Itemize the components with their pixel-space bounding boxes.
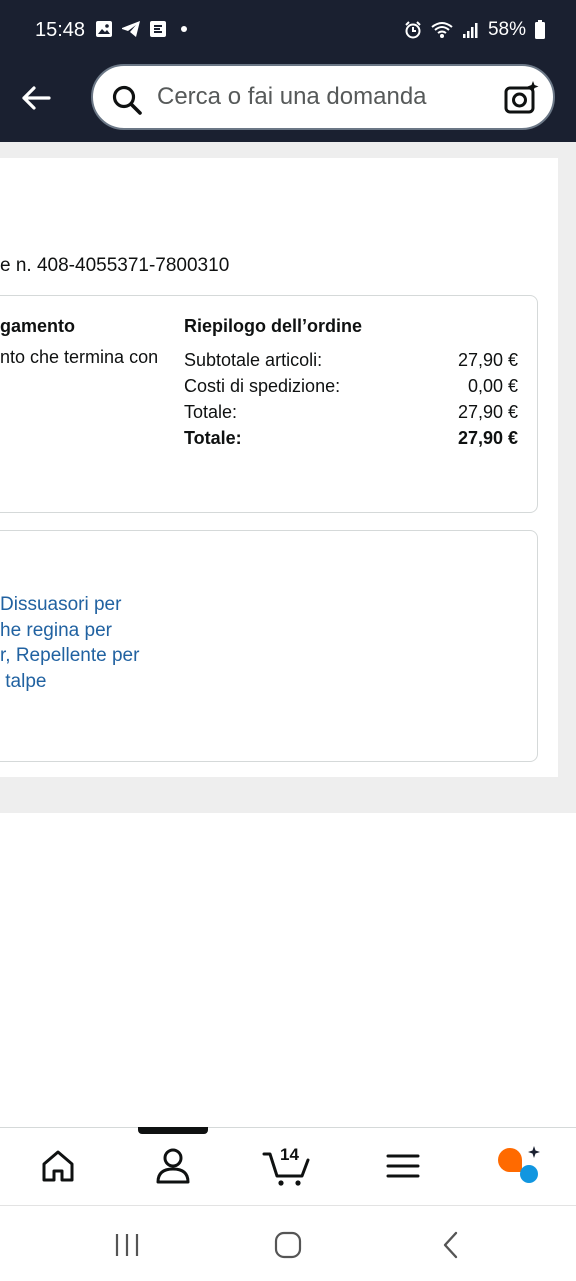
search-bar[interactable] (91, 64, 555, 130)
summary-row-subtotal: Subtotale articoli: 27,90 € (184, 350, 518, 371)
menu-icon[interactable] (383, 1144, 423, 1188)
signal-icon (462, 23, 478, 38)
system-nav-bar (0, 1205, 576, 1281)
back-arrow-icon[interactable] (18, 80, 54, 116)
product-title-link[interactable]: Dissuasori per he regina per r, Repellen… (0, 592, 139, 694)
summary-label: Totale: (184, 402, 238, 422)
gallery-notification-icon (96, 21, 112, 37)
status-time: 15:48 (35, 19, 86, 41)
summary-value: 27,90 € (457, 402, 518, 422)
order-summary-title: Riepilogo dell’ordine (184, 316, 363, 336)
battery-percent: 58% (487, 19, 526, 40)
recent-apps-icon[interactable] (112, 1230, 142, 1260)
home-icon[interactable] (38, 1144, 78, 1188)
status-bar: 15:48 58% (0, 0, 576, 62)
alarm-icon (405, 21, 421, 39)
summary-row-total: Totale: 27,90 € (184, 402, 518, 423)
payment-method-title: gamento (0, 316, 76, 336)
bottom-nav-bar: 14 (0, 1127, 576, 1206)
search-input[interactable] (157, 66, 487, 128)
telegram-notification-icon (122, 21, 140, 37)
cart-count-badge: 14 (280, 1145, 299, 1164)
summary-row-shipping: Costi di spedizione: 0,00 € (184, 376, 518, 397)
summary-label: Subtotale articoli: (184, 350, 323, 370)
battery-icon (535, 20, 545, 39)
summary-value: 27,90 € (457, 350, 518, 370)
summary-value: 0,00 € (467, 376, 518, 396)
order-number: e n. 408-4055371-7800310 (0, 255, 230, 276)
active-tab-indicator (138, 1127, 208, 1134)
more-notifications-dot (181, 26, 187, 32)
search-icon (112, 85, 142, 115)
wifi-icon (431, 22, 453, 38)
summary-label: Totale: (184, 428, 242, 448)
system-back-icon[interactable] (436, 1230, 466, 1260)
app-notification-icon (150, 21, 166, 37)
camera-search-icon[interactable] (503, 80, 539, 116)
payment-method-text: nto che termina con (0, 347, 159, 367)
account-icon[interactable] (153, 1144, 193, 1188)
app-header (0, 62, 576, 142)
summary-row-grand-total: Totale: 27,90 € (184, 428, 518, 449)
summary-label: Costi di spedizione: (184, 376, 341, 396)
rufus-assistant-icon[interactable] (496, 1144, 542, 1188)
home-button-icon[interactable] (273, 1230, 303, 1260)
summary-value: 27,90 € (457, 428, 518, 448)
